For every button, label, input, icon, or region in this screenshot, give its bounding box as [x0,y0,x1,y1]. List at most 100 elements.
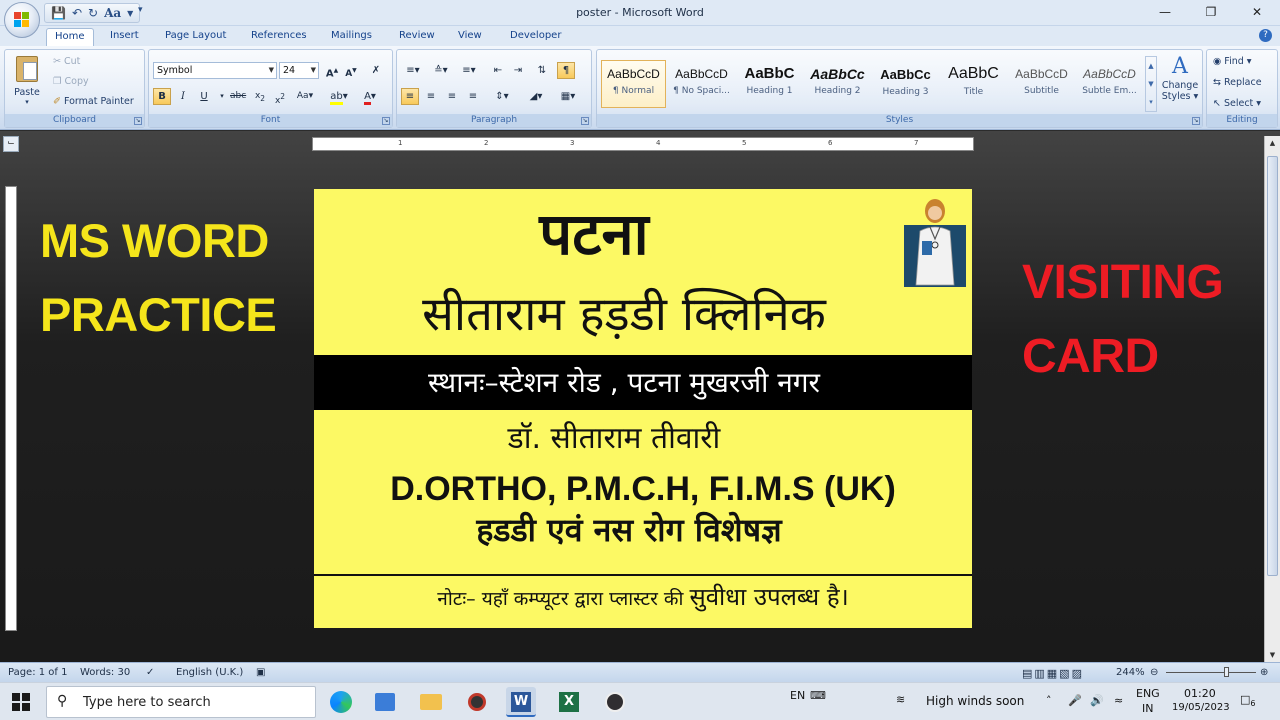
weather-icon[interactable]: ≋ [896,693,905,706]
page-count[interactable]: Page: 1 of 1 [8,667,67,678]
cut-button[interactable]: ✂ Cut [53,56,80,67]
recorder-icon[interactable] [462,687,492,717]
help-icon[interactable]: ? [1259,29,1272,42]
scroll-down-icon[interactable]: ▼ [1265,648,1280,662]
edge-browser-icon[interactable] [326,687,356,717]
font-color-button[interactable]: A▾ [357,88,383,105]
style-no-spacing[interactable]: AaBbCcD ¶ No Spaci... [669,60,734,108]
show-formatting-marks-icon[interactable]: ¶ [557,62,575,79]
grow-font-button[interactable]: A▲ [323,62,341,79]
tab-mailings[interactable]: Mailings [323,28,380,46]
tab-view[interactable]: View [450,28,490,46]
tab-developer[interactable]: Developer [502,28,569,46]
borders-icon[interactable]: ▦▾ [555,88,581,105]
zoom-level[interactable]: 244% [1116,667,1145,678]
doctor-clipart-icon[interactable] [904,195,966,287]
multilevel-list-icon[interactable]: ≡▾ [457,62,481,79]
style-title[interactable]: AaBbC Title [941,60,1006,108]
font-launcher-icon[interactable]: ↘ [382,117,390,125]
paste-button[interactable]: Paste ▾ [11,54,43,110]
highlight-color-button[interactable]: ab▾ [325,88,353,105]
horizontal-ruler[interactable]: 1 2 3 4 5 6 7 [312,137,974,151]
proofing-icon[interactable]: ✓ [146,667,154,678]
zoom-slider-thumb[interactable] [1224,667,1229,677]
office-button[interactable] [4,2,40,38]
styles-scroll[interactable]: ▲ ▼ ▾ [1145,56,1157,112]
network-icon[interactable]: ≈ [1114,694,1123,707]
tab-selector-icon[interactable]: ⌙ [3,136,19,152]
minimize-button[interactable]: — [1142,0,1188,24]
document-workspace[interactable]: ⌙ 1 2 3 4 5 6 7 ▲ ▼ MS WORD PRACTICE VIS… [0,131,1280,662]
align-left-icon[interactable]: ≡ [401,88,419,105]
taskbar-search[interactable]: ⚲ Type here to search [46,686,316,718]
windows-start-icon[interactable] [12,693,30,711]
file-explorer-icon[interactable] [416,687,446,717]
numbering-icon[interactable]: ≙▾ [429,62,453,79]
scroll-up-icon[interactable]: ▲ [1265,136,1280,150]
decrease-indent-icon[interactable]: ⇤ [489,62,507,79]
sort-icon[interactable]: ⇅ [533,62,551,79]
obs-icon[interactable] [600,687,630,717]
increase-indent-icon[interactable]: ⇥ [509,62,527,79]
chevron-up-icon[interactable]: ˄ [1046,694,1052,707]
zoom-out-icon[interactable]: ⊖ [1150,667,1158,678]
style-heading-3[interactable]: AaBbCc Heading 3 [873,60,938,108]
strikethrough-button[interactable]: abc [229,88,247,105]
view-buttons[interactable]: ▤▥▦▧▨ [1022,667,1084,680]
italic-button[interactable]: I [174,88,192,105]
keyboard-icon[interactable]: ⌨ [810,689,826,702]
macro-icon[interactable]: ▣ [256,667,265,678]
superscript-button[interactable]: x2 [271,88,289,106]
language-top[interactable]: ENG [1136,687,1160,700]
clipboard-launcher-icon[interactable]: ↘ [134,117,142,125]
select-button[interactable]: ↖ Select ▾ [1213,98,1261,109]
word-count[interactable]: Words: 30 [80,667,130,678]
copy-button[interactable]: ❐ Copy [53,76,89,87]
style-normal[interactable]: AaBbCcD ¶ Normal [601,60,666,108]
change-styles-button[interactable]: A Change Styles ▾ [1159,54,1201,114]
justify-icon[interactable]: ≡ [464,88,482,105]
bullets-icon[interactable]: ≡▾ [401,62,425,79]
visiting-card[interactable]: पटना सीताराम हड़डी क्लिनिक स्थानः–स्टेशन… [314,189,972,628]
tab-home[interactable]: Home [46,28,94,46]
replace-button[interactable]: ⇆ Replace [1213,77,1262,88]
clock-time[interactable]: 01:20 [1184,687,1216,700]
excel-app-icon[interactable]: X [554,687,584,717]
style-subtle-emphasis[interactable]: AaBbCcD Subtle Em... [1077,60,1142,108]
language-bottom[interactable]: IN [1142,702,1153,715]
zoom-in-icon[interactable]: ⊕ [1260,667,1268,678]
weather-text[interactable]: High winds soon [926,694,1024,708]
tab-review[interactable]: Review [391,28,443,46]
word-app-icon[interactable]: W [506,687,536,717]
align-center-icon[interactable]: ≡ [422,88,440,105]
format-painter-button[interactable]: ✐ Format Painter [53,96,134,107]
style-heading-2[interactable]: AaBbCc Heading 2 [805,60,870,108]
paragraph-launcher-icon[interactable]: ↘ [581,117,589,125]
zoom-slider[interactable] [1166,667,1256,677]
language-indicator[interactable]: English (U.K.) [176,667,243,678]
microphone-icon[interactable]: 🎤 [1068,694,1082,707]
change-case-button[interactable]: Aa▾ [293,88,317,105]
vertical-ruler[interactable] [5,186,17,631]
style-heading-1[interactable]: AaBbC Heading 1 [737,60,802,108]
styles-launcher-icon[interactable]: ↘ [1192,117,1200,125]
scrollbar-thumb[interactable] [1267,156,1278,576]
subscript-button[interactable]: x2 [251,88,269,105]
style-subtitle[interactable]: AaBbCcD Subtitle [1009,60,1074,108]
align-right-icon[interactable]: ≡ [443,88,461,105]
font-name-combo[interactable]: Symbol ▼ [153,62,277,79]
tab-page-layout[interactable]: Page Layout [157,28,234,46]
bold-button[interactable]: B [153,88,171,105]
restore-button[interactable]: ❐ [1188,0,1234,24]
underline-button[interactable]: U [195,88,213,105]
tab-references[interactable]: References [243,28,315,46]
notification-icon[interactable]: □6 [1240,693,1256,708]
clock-date[interactable]: 19/05/2023 [1172,702,1230,713]
clear-formatting-icon[interactable]: ✗ [367,62,385,79]
shading-icon[interactable]: ◢▾ [523,88,549,105]
line-spacing-icon[interactable]: ⇕▾ [489,88,515,105]
tab-insert[interactable]: Insert [102,28,147,46]
font-size-combo[interactable]: 24 ▼ [279,62,319,79]
vertical-scrollbar[interactable]: ▲ ▼ [1264,136,1280,662]
close-button[interactable]: ✕ [1234,0,1280,24]
